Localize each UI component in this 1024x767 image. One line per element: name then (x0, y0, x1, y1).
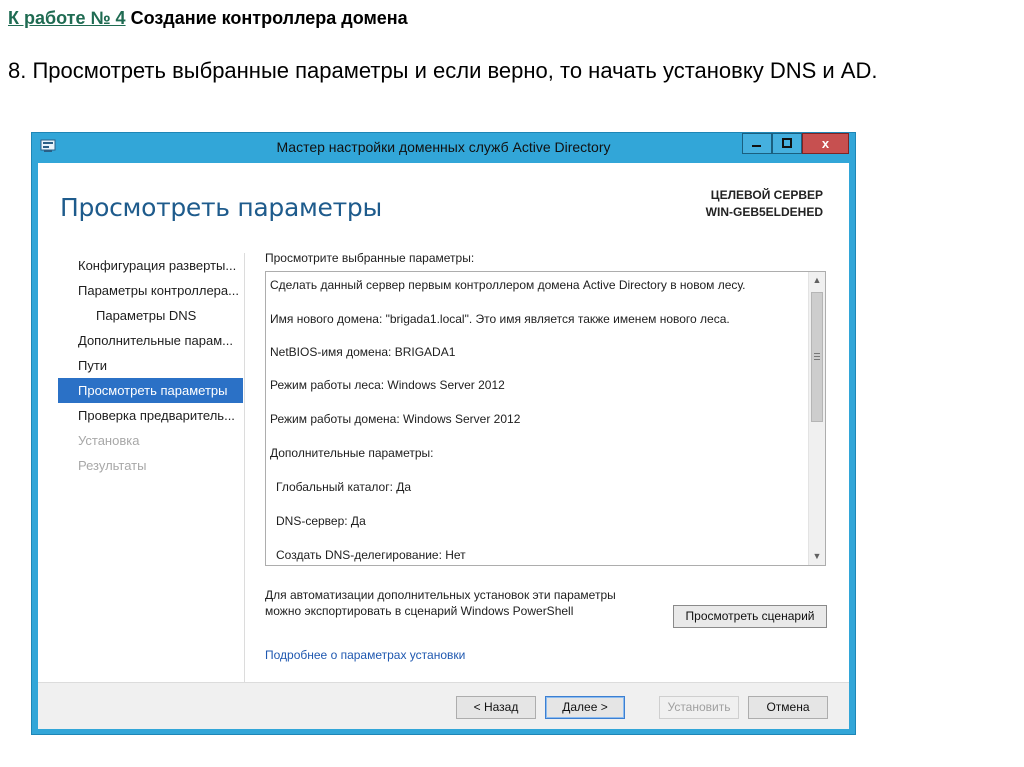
wizard-client-area: Просмотреть параметры ЦЕЛЕВОЙ СЕРВЕР WIN… (38, 163, 849, 729)
review-scrollbar[interactable]: ▲ ▼ (808, 272, 825, 565)
review-textbox[interactable]: Сделать данный сервер первым контроллеро… (265, 271, 826, 566)
slide-header: К работе № 4 Создание контроллера домена (8, 8, 408, 29)
review-label: Просмотрите выбранные параметры: (265, 251, 475, 265)
target-server-label: ЦЕЛЕВОЙ СЕРВЕР (710, 188, 823, 202)
nav-item-results: Результаты (78, 458, 147, 473)
close-icon: x (821, 136, 830, 151)
nav-item-dns-options[interactable]: Параметры DNS (58, 303, 243, 328)
review-line: Сделать данный сервер первым контроллеро… (270, 278, 746, 292)
export-line-2: можно экспортировать в сценарий Windows … (265, 604, 574, 618)
next-button[interactable]: Далее > (545, 696, 625, 719)
cancel-button[interactable]: Отмена (748, 696, 828, 719)
window-titlebar[interactable]: Мастер настройки доменных служб Active D… (32, 133, 855, 163)
maximize-icon (782, 138, 792, 148)
nav-item-installation: Установка (78, 433, 140, 448)
nav-divider (244, 253, 245, 693)
slide-instruction: 8. Просмотреть выбранные параметры и есл… (8, 58, 878, 83)
scroll-down-icon[interactable]: ▼ (809, 548, 825, 565)
slide-header-title: Создание контроллера домена (125, 8, 408, 28)
close-button[interactable]: x (802, 133, 849, 154)
target-server: ЦЕЛЕВОЙ СЕРВЕР WIN-GEB5ELDEHED (706, 187, 823, 221)
wizard-nav: Конфигурация разверты... Параметры контр… (58, 253, 243, 478)
review-line: Создать DNS-делегирование: Нет (276, 548, 466, 562)
export-description: Для автоматизации дополнительных установ… (265, 587, 655, 619)
scroll-up-icon[interactable]: ▲ (809, 272, 825, 289)
nav-item-dc-options[interactable]: Параметры контроллера... (58, 278, 243, 303)
nav-item-additional-options[interactable]: Дополнительные парам... (58, 328, 243, 353)
scroll-thumb[interactable] (811, 292, 823, 422)
review-line: Имя нового домена: "brigada1.local". Это… (270, 312, 730, 326)
window-title: Мастер настройки доменных служб Active D… (276, 139, 611, 155)
install-button: Установить (659, 696, 739, 719)
slide-header-link[interactable]: К работе № 4 (8, 8, 126, 28)
review-line: Глобальный каталог: Да (276, 480, 412, 494)
review-line: Дополнительные параметры: (270, 446, 434, 460)
review-line: Режим работы леса: Windows Server 2012 (270, 378, 505, 392)
export-line-1: Для автоматизации дополнительных установ… (265, 588, 616, 602)
review-line: DNS-сервер: Да (276, 514, 366, 528)
minimize-button[interactable] (742, 133, 772, 154)
nav-item-review-options[interactable]: Просмотреть параметры (58, 378, 243, 403)
more-about-options-link[interactable]: Подробнее о параметрах установки (265, 648, 465, 662)
target-server-name: WIN-GEB5ELDEHED (705, 205, 823, 219)
minimize-icon (752, 145, 761, 147)
scroll-grip-icon (814, 353, 820, 362)
nav-item-paths[interactable]: Пути (58, 353, 243, 378)
review-line: Режим работы домена: Windows Server 2012 (270, 412, 521, 426)
nav-item-deployment-config[interactable]: Конфигурация разверты... (58, 253, 243, 278)
nav-item-prerequisites[interactable]: Проверка предваритель... (58, 403, 243, 428)
maximize-button[interactable] (772, 133, 802, 154)
view-script-button[interactable]: Просмотреть сценарий (673, 605, 827, 628)
review-line: NetBIOS-имя домена: BRIGADA1 (270, 345, 456, 359)
wizard-window: Мастер настройки доменных служб Active D… (31, 132, 856, 735)
page-title: Просмотреть параметры (60, 193, 382, 222)
back-button[interactable]: < Назад (456, 696, 536, 719)
